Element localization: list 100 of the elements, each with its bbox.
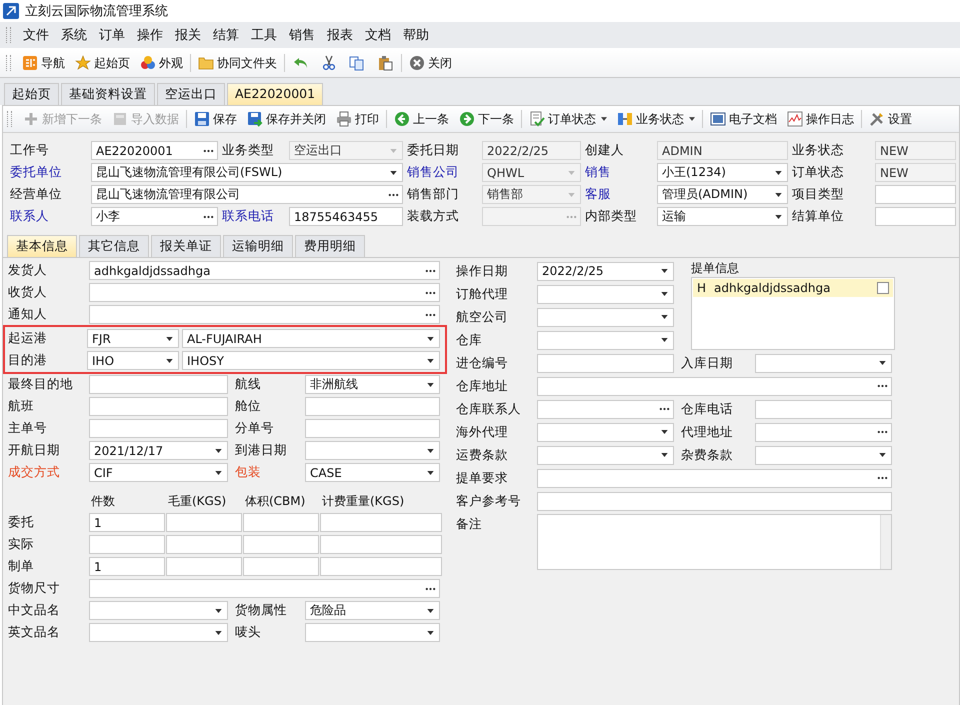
menu-item[interactable]: 操作 (131, 26, 169, 44)
lookup-field[interactable]: 昆山飞速物流管理有限公司 (91, 185, 403, 204)
dropdown-field[interactable]: IHO (87, 351, 179, 370)
input-field[interactable] (89, 419, 228, 438)
input-field[interactable] (320, 513, 442, 532)
input-field[interactable] (305, 397, 440, 416)
dropdown-field[interactable] (537, 330, 674, 350)
dropdown-field[interactable]: 非洲航线 (305, 375, 440, 394)
toolbar-button[interactable]: 保存 (189, 108, 242, 130)
tab[interactable]: 费用明细 (295, 235, 365, 257)
toolbar-button[interactable]: 上一条 (389, 108, 454, 130)
date-field[interactable]: 2022/2/25 (537, 262, 674, 280)
menu-item[interactable]: 工具 (245, 26, 283, 44)
toolbar-button[interactable]: 打印 (331, 108, 384, 130)
input-field[interactable] (305, 419, 440, 438)
input-field[interactable] (89, 535, 165, 554)
menu-item[interactable]: 帮助 (397, 26, 435, 44)
input-field[interactable] (875, 207, 956, 226)
dropdown-field[interactable] (89, 601, 228, 620)
dropdown-field[interactable]: AL-FUJAIRAH (182, 329, 440, 348)
dropdown-field[interactable]: 小王(1234) (657, 163, 788, 182)
input-field[interactable] (166, 557, 242, 576)
dropdown-field[interactable] (537, 308, 674, 326)
checkbox[interactable] (877, 282, 889, 294)
text-area[interactable] (537, 514, 892, 570)
toolbar-button[interactable]: 电子文档 (705, 108, 782, 130)
input-field[interactable] (89, 397, 228, 416)
input-field[interactable] (89, 375, 228, 394)
input-field[interactable] (243, 557, 319, 576)
input-field[interactable] (537, 492, 892, 510)
document-tab[interactable]: AE22020001 (227, 83, 324, 105)
lookup-field[interactable] (755, 422, 892, 442)
toolbar-button[interactable]: 保存并关闭 (242, 108, 331, 130)
input-field[interactable]: 1 (89, 557, 165, 576)
input-field[interactable] (320, 535, 442, 554)
lookup-field[interactable] (89, 305, 440, 324)
lookup-field[interactable]: 小李 (91, 207, 218, 226)
input-field[interactable] (875, 185, 956, 204)
list-row[interactable]: H adhkgaldjdssadhga (693, 279, 893, 297)
dropdown-field[interactable]: IHOSY (182, 351, 440, 370)
lookup-field[interactable] (537, 468, 892, 488)
input-field[interactable] (166, 513, 242, 532)
input-field[interactable]: 18755463455 (289, 207, 403, 226)
toolbar-button[interactable]: 导航 (17, 52, 70, 74)
dropdown-field[interactable]: 危险品 (305, 601, 440, 620)
folder-icon (198, 55, 214, 71)
toolbar-button[interactable]: 下一条 (454, 108, 519, 130)
dropdown-field[interactable] (305, 623, 440, 642)
lookup-field[interactable]: adhkgaldjdssadhga (89, 261, 440, 280)
toolbar-button[interactable]: 操作日志 (782, 108, 859, 130)
tab[interactable]: 其它信息 (79, 235, 149, 257)
input-field[interactable] (243, 535, 319, 554)
dropdown-field[interactable] (89, 623, 228, 642)
tab[interactable]: 运输明细 (223, 235, 293, 257)
input-field[interactable]: 1 (89, 513, 165, 532)
input-field[interactable] (243, 513, 319, 532)
menu-item[interactable]: 系统 (55, 26, 93, 44)
toolbar-button[interactable]: 外观 (135, 52, 188, 74)
tab[interactable]: 基本信息 (7, 235, 77, 257)
scrollbar[interactable] (880, 515, 891, 569)
toolbar-button[interactable]: 订单状态 (524, 108, 612, 130)
dropdown-field[interactable] (537, 284, 674, 304)
dropdown-field[interactable]: 管理员(ADMIN) (657, 185, 788, 204)
document-tab[interactable]: 基础资料设置 (61, 83, 155, 105)
input-field[interactable] (755, 400, 892, 418)
lookup-field[interactable]: AE22020001 (91, 141, 218, 160)
dropdown-field[interactable] (537, 446, 674, 464)
dropdown-field[interactable]: CIF (89, 463, 228, 482)
toolbar-button[interactable]: 协同文件夹 (193, 52, 282, 74)
menu-item[interactable]: 结算 (207, 26, 245, 44)
toolbar-button[interactable]: 起始页 (70, 52, 135, 74)
menu-item[interactable]: 订单 (93, 26, 131, 44)
dropdown-arrow-icon (661, 430, 668, 434)
date-field[interactable] (755, 354, 892, 372)
lookup-field[interactable] (537, 400, 674, 418)
lookup-field[interactable] (89, 283, 440, 302)
dropdown-field[interactable] (755, 446, 892, 464)
lookup-field[interactable] (537, 376, 892, 396)
dropdown-field[interactable]: 运输 (657, 207, 788, 226)
tab[interactable]: 报关单证 (151, 235, 221, 257)
menu-item[interactable]: 文件 (17, 26, 55, 44)
toolbar-button[interactable]: 业务状态 (612, 108, 700, 130)
document-tab[interactable]: 空运出口 (157, 83, 225, 105)
toolbar-button[interactable]: 关闭 (404, 52, 457, 74)
dropdown-field[interactable]: FJR (87, 329, 179, 348)
date-field[interactable] (305, 441, 440, 460)
input-field[interactable] (166, 535, 242, 554)
menu-item[interactable]: 销售 (283, 26, 321, 44)
menu-item[interactable]: 报关 (169, 26, 207, 44)
input-field[interactable] (320, 557, 442, 576)
input-field[interactable] (537, 354, 674, 372)
toolbar-button[interactable]: 设置 (864, 108, 917, 130)
dropdown-field[interactable]: 昆山飞速物流管理有限公司(FSWL) (91, 163, 403, 182)
document-tab[interactable]: 起始页 (4, 83, 59, 105)
lookup-field[interactable] (89, 579, 440, 598)
dropdown-field[interactable]: CASE (305, 463, 440, 482)
menu-item[interactable]: 报表 (321, 26, 359, 44)
dropdown-field[interactable] (537, 422, 674, 442)
date-field[interactable]: 2021/12/17 (89, 441, 228, 460)
menu-item[interactable]: 文档 (359, 26, 397, 44)
